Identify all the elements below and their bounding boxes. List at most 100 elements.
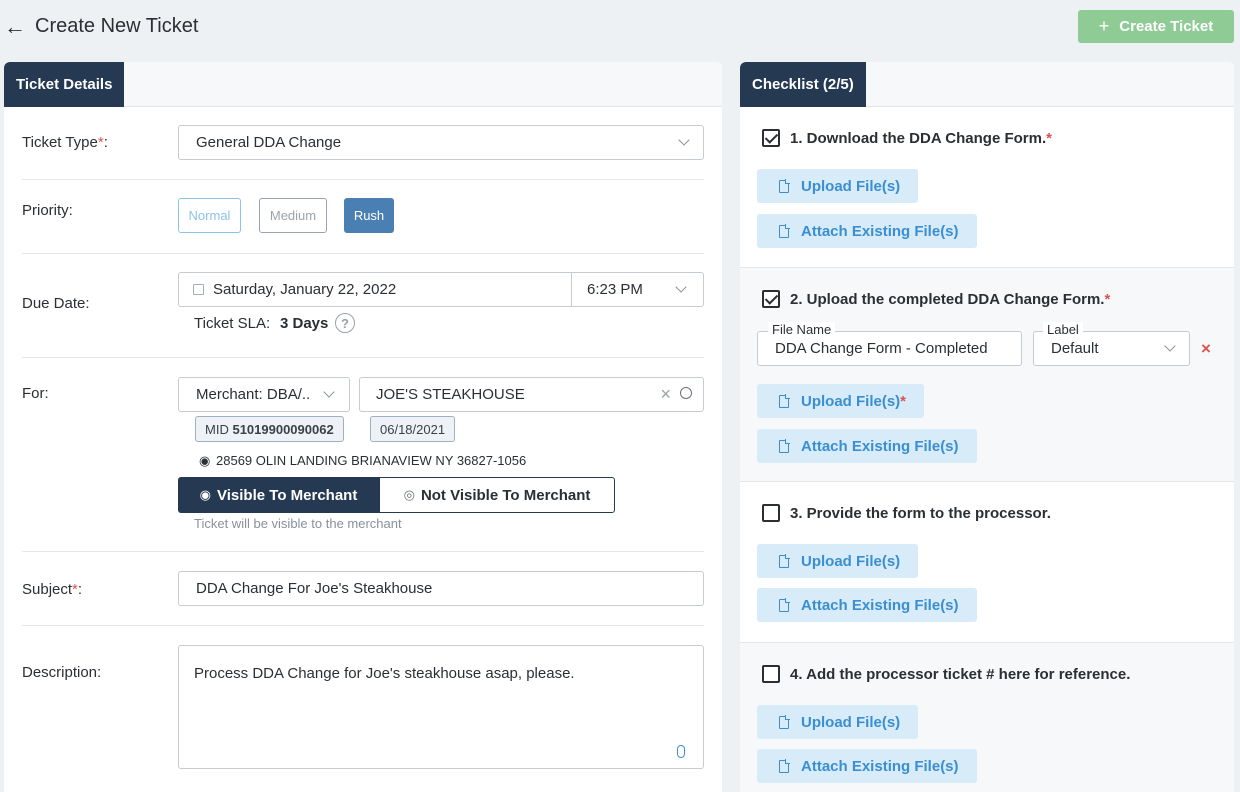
upload-files-button-3[interactable]: Upload File(s): [757, 544, 919, 578]
checklist-title-1: 1. Download the DDA Change Form.*: [790, 130, 1052, 147]
visible-to-merchant-button[interactable]: ◉ Visible To Merchant: [178, 477, 379, 513]
attach-files-button-4[interactable]: Attach Existing File(s): [757, 749, 977, 783]
upload-files-button-2[interactable]: Upload File(s)*: [757, 384, 925, 418]
upload-files-button-4[interactable]: Upload File(s): [757, 705, 919, 739]
chevron-down-icon: [323, 386, 335, 398]
subject-input[interactable]: DDA Change For Joe's Steakhouse: [178, 571, 704, 606]
file-name-value: DDA Change Form - Completed: [775, 340, 988, 357]
upload-label-required: Upload File(s)*: [801, 392, 907, 410]
document-icon: [779, 393, 790, 408]
remove-file-icon[interactable]: ×: [1201, 339, 1211, 359]
sla-label: Ticket SLA:: [194, 315, 271, 332]
checklist-checkbox-4[interactable]: [762, 665, 780, 683]
description-value: Process DDA Change for Joe's steakhouse …: [194, 665, 575, 682]
help-icon[interactable]: ?: [335, 313, 355, 333]
eye-icon: ◉: [199, 487, 212, 502]
attach-label: Attach Existing File(s): [801, 222, 959, 240]
description-label: Description:: [22, 664, 102, 681]
upload-label: Upload File(s): [801, 713, 901, 731]
mid-label: MID: [205, 421, 229, 437]
for-label: For:: [22, 385, 49, 402]
attach-files-button-1[interactable]: Attach Existing File(s): [757, 214, 977, 248]
description-row: Description: Process DDA Change for Joe'…: [22, 626, 704, 792]
tab-checklist[interactable]: Checklist (2/5): [740, 62, 866, 107]
for-type-value: Merchant: DBA/..: [196, 386, 311, 403]
due-date-label: Due Date:: [22, 295, 90, 312]
chevron-down-icon: [678, 134, 690, 146]
create-ticket-button[interactable]: + Create Ticket: [1078, 10, 1234, 43]
priority-row: Priority: Normal Medium Rush: [22, 180, 704, 254]
not-visible-label: Not Visible To Merchant: [420, 486, 591, 504]
not-visible-to-merchant-button[interactable]: ◎ Not Visible To Merchant: [379, 477, 615, 513]
ticket-details-header: Ticket Details: [4, 62, 722, 107]
clear-icon[interactable]: ×: [660, 384, 671, 405]
document-icon: [779, 438, 790, 453]
attach-label: Attach Existing File(s): [801, 757, 959, 775]
ticket-type-value: General DDA Change: [196, 134, 342, 151]
label-legend: Label: [1043, 322, 1083, 337]
upload-files-button-1[interactable]: Upload File(s): [757, 169, 919, 203]
ticket-type-label: Ticket Type*:: [22, 134, 108, 151]
checklist-checkbox-2[interactable]: [762, 290, 780, 308]
attach-files-button-2[interactable]: Attach Existing File(s): [757, 429, 977, 463]
visible-label: Visible To Merchant: [217, 486, 358, 504]
document-icon: [779, 758, 790, 773]
sla-value: 3 Days: [280, 315, 329, 332]
chevron-down-icon: [1164, 340, 1176, 352]
priority-label: Priority:: [22, 202, 73, 219]
checklist-title-4: 4. Add the processor ticket # here for r…: [790, 666, 1131, 683]
checklist-item-1: 1. Download the DDA Change Form.* Upload…: [740, 107, 1234, 268]
visibility-note: Ticket will be visible to the merchant: [194, 516, 402, 531]
mid-badge: MID 51019900090062: [195, 416, 344, 442]
checklist-checkbox-3[interactable]: [762, 504, 780, 522]
checklist-title-2: 2. Upload the completed DDA Change Form.…: [790, 291, 1111, 308]
eye-slash-icon: ◎: [403, 487, 415, 502]
attach-files-button-3[interactable]: Attach Existing File(s): [757, 588, 977, 622]
checklist-title-3: 3. Provide the form to the processor.: [790, 505, 1051, 522]
subject-label: Subject*:: [22, 581, 83, 598]
create-ticket-label: Create Ticket: [1119, 18, 1214, 35]
back-arrow-icon[interactable]: ←: [4, 14, 26, 40]
page-title: Create New Ticket: [35, 15, 199, 37]
priority-medium-button[interactable]: Medium: [259, 198, 327, 233]
document-icon: [779, 714, 790, 729]
attach-label: Attach Existing File(s): [801, 437, 959, 455]
checklist-panel: Checklist (2/5) 1. Download the DDA Chan…: [740, 62, 1234, 792]
document-icon: [779, 223, 790, 238]
merchant-search-value: JOE'S STEAKHOUSE: [376, 386, 525, 403]
checklist-header: Checklist (2/5): [740, 62, 1234, 107]
priority-rush-button[interactable]: Rush: [344, 198, 394, 233]
chevron-down-icon: [675, 281, 687, 293]
document-icon: [779, 178, 790, 193]
checklist-item-2: 2. Upload the completed DDA Change Form.…: [740, 268, 1234, 482]
due-date-value: Saturday, January 22, 2022: [213, 281, 397, 298]
document-icon: [779, 553, 790, 568]
checklist-item-3: 3. Provide the form to the processor. Up…: [740, 482, 1234, 643]
mid-value: 51019900090062: [232, 421, 334, 437]
location-pin-icon: ◉: [199, 453, 211, 468]
merchant-search-input[interactable]: JOE'S STEAKHOUSE ×: [359, 377, 704, 412]
due-time-select[interactable]: 6:23 PM: [571, 272, 704, 307]
due-date-input[interactable]: Saturday, January 22, 2022: [178, 272, 572, 307]
checklist-item-4: 4. Add the processor ticket # here for r…: [740, 643, 1234, 792]
document-icon: [779, 597, 790, 612]
attach-label: Attach Existing File(s): [801, 596, 959, 614]
merchant-date-badge: 06/18/2021: [370, 416, 456, 442]
subject-value: DDA Change For Joe's Steakhouse: [196, 580, 433, 597]
due-time-value: 6:23 PM: [587, 281, 643, 298]
merchant-address: 28569 OLIN LANDING BRIANAVIEW NY 36827-1…: [216, 453, 527, 468]
tab-ticket-details[interactable]: Ticket Details: [4, 62, 125, 107]
ticket-type-select[interactable]: General DDA Change: [178, 125, 704, 160]
plus-icon: +: [1098, 16, 1110, 36]
description-textarea[interactable]: Process DDA Change for Joe's steakhouse …: [178, 645, 704, 769]
search-icon[interactable]: [680, 387, 692, 399]
label-value: Default: [1051, 340, 1099, 357]
subject-row: Subject*: DDA Change For Joe's Steakhous…: [22, 552, 704, 626]
ticket-type-row: Ticket Type*: General DDA Change: [22, 107, 704, 180]
file-name-legend: File Name: [768, 322, 836, 337]
upload-label: Upload File(s): [801, 177, 901, 195]
microphone-icon[interactable]: [677, 745, 685, 758]
for-type-select[interactable]: Merchant: DBA/..: [178, 377, 350, 412]
priority-normal-button[interactable]: Normal: [178, 198, 241, 233]
checklist-checkbox-1[interactable]: [762, 129, 780, 147]
